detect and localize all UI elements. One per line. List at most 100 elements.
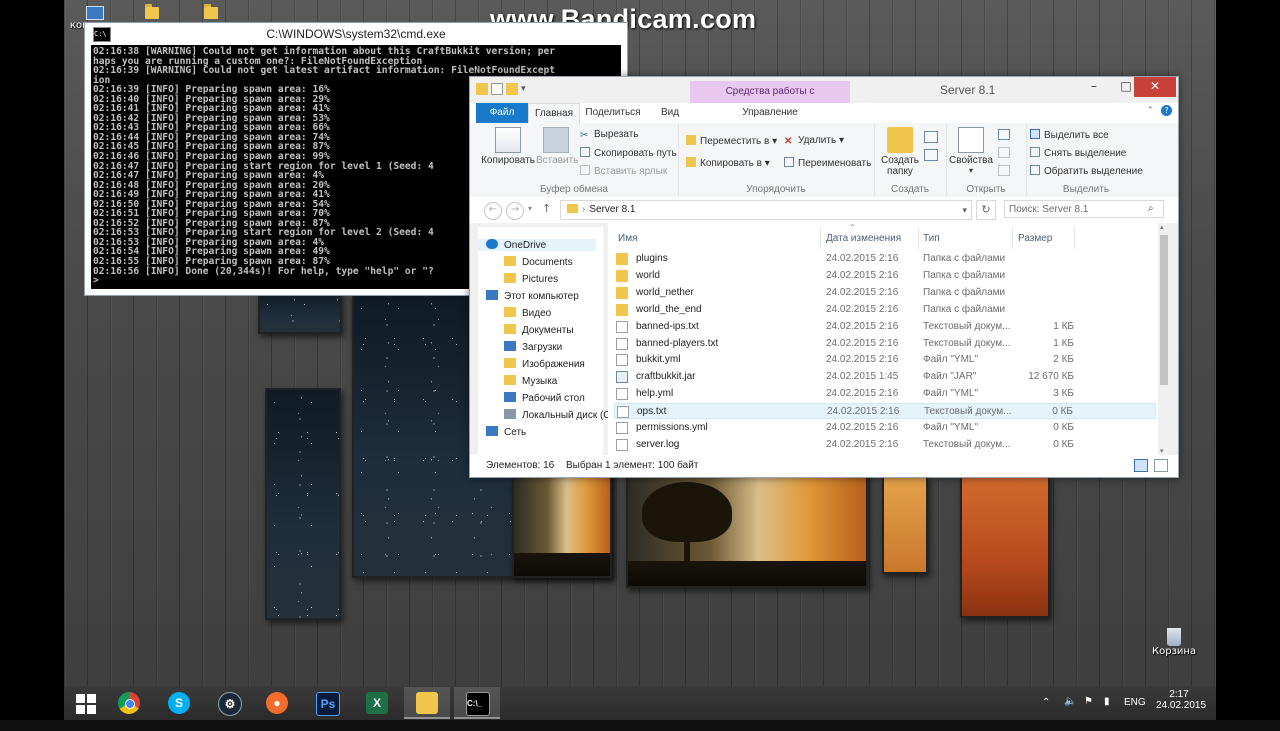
tab-share[interactable]: Поделиться [582,103,644,123]
taskbar-origin[interactable]: ● [254,687,300,719]
scroll-up-icon[interactable]: ▴ [1160,223,1164,231]
nav-item-docs-ru[interactable]: Документы [504,324,574,336]
tab-home[interactable]: Главная [528,103,580,124]
collapse-ribbon-icon[interactable]: ⌃ [1146,106,1154,116]
refresh-button[interactable]: ↻ [976,200,996,220]
easy-access-icon[interactable] [924,149,938,161]
help-icon[interactable]: ? [1161,105,1172,116]
column-header-type[interactable]: Тип [923,233,940,244]
explorer-window[interactable]: ▾ Средства работы с приложениями Server … [469,76,1179,478]
nav-item-desktop[interactable]: Рабочий стол [504,392,585,404]
column-header-name[interactable]: Имя [618,233,637,244]
tab-view[interactable]: Вид [652,103,688,123]
select-all-button[interactable]: Выделить все [1030,129,1109,141]
details-view-icon[interactable] [1134,459,1148,472]
recent-locations-icon[interactable]: ▾ [528,204,532,213]
taskbar-steam[interactable]: ⚙ [206,687,252,719]
column-divider[interactable] [1012,227,1013,249]
file-row[interactable]: help.yml 24.02.2015 2:16 Файл "YML" 3 КБ [614,386,1156,402]
tab-manage[interactable]: Управление [732,103,808,123]
flag-icon[interactable]: ⚑ [1084,696,1093,730]
column-divider[interactable] [820,227,821,249]
paste-button[interactable]: Вставить [536,127,578,166]
column-header-size[interactable]: Размер [1018,233,1052,244]
taskbar-excel[interactable]: X [354,687,400,719]
new-folder-icon[interactable] [506,83,518,95]
column-divider[interactable] [1074,227,1075,249]
search-icon[interactable]: ⌕ [1148,203,1154,214]
paste-shortcut-button[interactable]: Вставить ярлык [580,165,667,177]
copy-to-button[interactable]: Копировать в ▾ [686,157,770,169]
taskbar-cmd[interactable]: C:\_ [454,687,500,719]
scrollbar-thumb[interactable] [1160,235,1168,385]
file-row[interactable]: banned-ips.txt 24.02.2015 2:16 Текстовый д… [614,319,1156,335]
vertical-scrollbar[interactable]: ▴ ▾ [1158,223,1170,455]
nav-item-this-pc[interactable]: Этот компьютер [486,290,579,302]
file-row[interactable]: plugins 24.02.2015 2:16 Папка с файлами [614,251,1156,267]
open-icon[interactable] [998,129,1010,140]
minimize-button[interactable]: – [1078,77,1110,97]
file-row[interactable]: permissions.yml 24.02.2015 2:16 Файл "YML"… [614,420,1156,436]
nav-item-music[interactable]: Музыка [504,375,557,387]
large-icons-view-icon[interactable] [1154,459,1168,472]
navigation-pane[interactable]: OneDrive Documents Pictures Этот компьютер В… [478,227,611,455]
new-item-icon[interactable] [924,131,938,143]
close-button[interactable]: ✕ [1134,77,1176,97]
address-field[interactable]: › Server 8.1 ▾ [560,200,972,220]
chevron-down-icon[interactable]: ▾ [962,201,967,219]
folder-desktop-icon[interactable] [145,4,159,22]
copy-path-button[interactable]: Скопировать путь [580,147,677,159]
nav-item-pictures[interactable]: Pictures [504,273,558,285]
network-icon[interactable]: ▮ [1104,696,1110,730]
recycle-bin-desktop-icon[interactable]: Корзина [1152,628,1196,657]
edit-icon[interactable] [998,147,1010,158]
select-none-button[interactable]: Снять выделение [1030,147,1126,159]
forward-button[interactable]: → [506,202,524,220]
file-row[interactable]: craftbukkit.jar 24.02.2015 1:45 Файл "JAR"… [614,369,1156,385]
nav-item-downloads[interactable]: Загрузки [504,341,562,353]
new-folder-button[interactable]: Создать папку [878,127,922,177]
copy-button[interactable]: Копировать [480,127,536,166]
explorer-titlebar[interactable]: ▾ Средства работы с приложениями Server … [470,77,1178,119]
nav-item-local-disk[interactable]: Локальный диск (C [504,409,611,421]
file-row[interactable]: ops.txt 24.02.2015 2:16 Текстовый докум...… [614,403,1156,420]
back-button[interactable]: ← [484,202,502,220]
file-list[interactable]: ⌃ Имя Дата изменения Тип Размер plugins 2… [608,223,1162,455]
move-to-button[interactable]: Переместить в ▾ [686,135,777,147]
cut-button[interactable]: ✂ Вырезать [580,129,638,141]
nav-item-documents[interactable]: Documents [504,256,573,268]
folder-desktop-icon[interactable] [204,4,218,22]
file-row[interactable]: server.log 24.02.2015 2:16 Текстовый докум… [614,437,1156,453]
clock[interactable]: 2:17 24.02.2015 [1156,689,1206,723]
column-divider[interactable] [918,227,919,249]
taskbar-file-explorer[interactable] [404,687,450,719]
invert-selection-button[interactable]: Обратить выделение [1030,165,1143,177]
properties-icon[interactable] [491,83,503,95]
file-row[interactable]: bukkit.yml 24.02.2015 2:16 Файл "YML" 2 КБ [614,352,1156,368]
nav-item-video[interactable]: Видео [504,307,551,319]
volume-icon[interactable]: 🔈 [1064,696,1076,730]
taskbar-chrome[interactable] [106,687,152,719]
taskbar-photoshop[interactable]: Ps [304,687,350,719]
search-input[interactable]: Поиск: Server 8.1 [1004,200,1164,218]
tab-file[interactable]: Файл [476,103,528,123]
taskbar-skype[interactable]: S [156,687,202,719]
start-button[interactable] [64,687,110,719]
file-row[interactable]: world_the_end 24.02.2015 2:16 Папка с файл… [614,302,1156,318]
cmd-titlebar[interactable]: C:\ C:\WINDOWS\system32\cmd.exe [85,23,627,45]
properties-button[interactable]: Свойства ▾ [948,127,994,175]
language-indicator[interactable]: ENG [1124,697,1146,731]
file-row[interactable]: world_nether 24.02.2015 2:16 Папка с файла… [614,285,1156,301]
nav-item-network[interactable]: Сеть [486,426,526,438]
column-header-date[interactable]: Дата изменения [826,233,901,244]
nav-item-images[interactable]: Изображения [504,358,585,370]
rename-button[interactable]: Переименовать [784,157,871,169]
file-row[interactable]: world 24.02.2015 2:16 Папка с файлами [614,268,1156,284]
delete-button[interactable]: ✕ Удалить ▾ [784,135,844,147]
chevron-down-icon[interactable]: ▾ [521,83,533,95]
scroll-down-icon[interactable]: ▾ [1160,447,1164,455]
show-hidden-icons[interactable]: ⌃ [1042,697,1050,731]
nav-item-onedrive[interactable]: OneDrive [478,239,596,251]
up-button[interactable]: ↑ [542,202,551,215]
file-row[interactable]: banned-players.txt 24.02.2015 2:16 Текстов… [614,336,1156,352]
